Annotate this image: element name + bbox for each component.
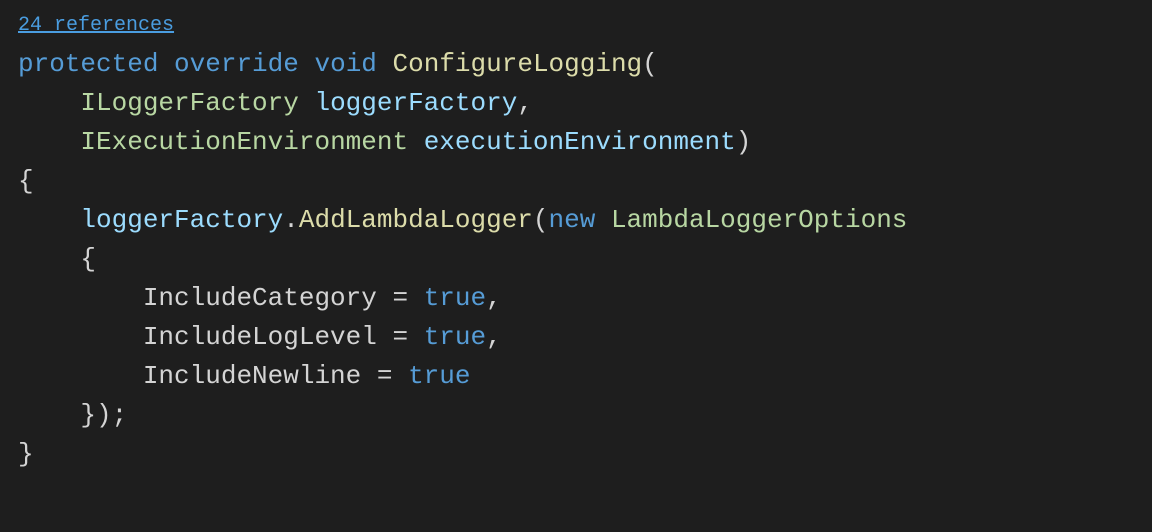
brace-open: {: [18, 166, 34, 196]
paren-open: (: [533, 205, 549, 235]
comma: ,: [486, 283, 502, 313]
property-name: IncludeLogLevel: [143, 322, 377, 352]
close-braces: });: [80, 400, 127, 430]
keyword-override: override: [174, 49, 299, 79]
codelens-references[interactable]: 24 references: [18, 11, 174, 41]
keyword-true: true: [408, 361, 470, 391]
paren-close: ): [736, 127, 752, 157]
code-line[interactable]: ILoggerFactory loggerFactory,: [18, 84, 1152, 123]
code-line[interactable]: IncludeLogLevel = true,: [18, 318, 1152, 357]
code-line[interactable]: IExecutionEnvironment executionEnvironme…: [18, 123, 1152, 162]
code-line[interactable]: protected override void ConfigureLogging…: [18, 45, 1152, 84]
code-line[interactable]: {: [18, 240, 1152, 279]
comma: ,: [486, 322, 502, 352]
param-name: loggerFactory: [314, 88, 517, 118]
code-line[interactable]: }: [18, 435, 1152, 474]
keyword-true: true: [424, 322, 486, 352]
brace-close: }: [18, 439, 34, 469]
keyword-protected: protected: [18, 49, 158, 79]
keyword-void: void: [314, 49, 376, 79]
code-line[interactable]: IncludeNewline = true: [18, 357, 1152, 396]
method-name: ConfigureLogging: [393, 49, 643, 79]
method-call: AddLambdaLogger: [299, 205, 533, 235]
code-line[interactable]: IncludeCategory = true,: [18, 279, 1152, 318]
code-line[interactable]: loggerFactory.AddLambdaLogger(new Lambda…: [18, 201, 1152, 240]
identifier: loggerFactory: [80, 205, 283, 235]
code-line[interactable]: });: [18, 396, 1152, 435]
dot: .: [283, 205, 299, 235]
comma: ,: [517, 88, 533, 118]
property-name: IncludeNewline: [143, 361, 361, 391]
equals: =: [377, 283, 424, 313]
code-editor[interactable]: 24 references protected override void Co…: [0, 0, 1152, 474]
brace-open: {: [80, 244, 96, 274]
keyword-true: true: [424, 283, 486, 313]
type-name: IExecutionEnvironment: [80, 127, 408, 157]
param-name: executionEnvironment: [424, 127, 736, 157]
code-line[interactable]: {: [18, 162, 1152, 201]
equals: =: [361, 361, 408, 391]
property-name: IncludeCategory: [143, 283, 377, 313]
paren-open: (: [642, 49, 658, 79]
type-name: ILoggerFactory: [80, 88, 298, 118]
type-name: LambdaLoggerOptions: [611, 205, 907, 235]
keyword-new: new: [549, 205, 596, 235]
equals: =: [377, 322, 424, 352]
